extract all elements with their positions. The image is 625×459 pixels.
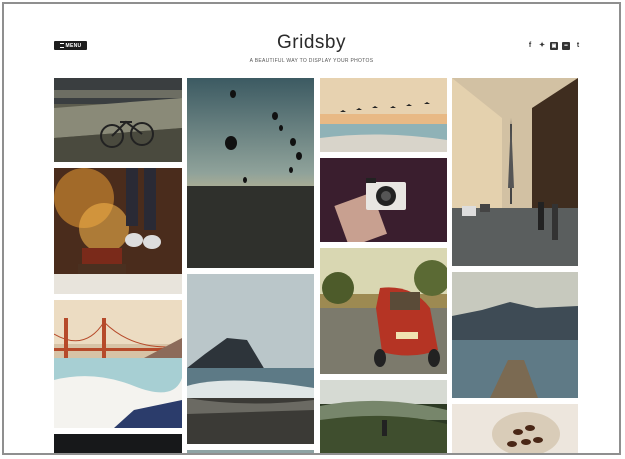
photo-bottom-column-two[interactable]	[187, 450, 314, 453]
photo-coffee-beans[interactable]	[452, 404, 578, 453]
photo-camera-hands[interactable]	[320, 158, 447, 242]
site-tagline: A BEAUTIFUL WAY TO DISPLAY YOUR PHOTOS	[249, 58, 374, 64]
photo-red-beetle-car[interactable]	[320, 248, 447, 374]
instagram-icon[interactable]: ▣	[550, 42, 558, 50]
tumblr-icon[interactable]: t	[574, 42, 582, 50]
twitter-icon[interactable]: ✦	[538, 42, 546, 50]
photo-birds-sunset-sea[interactable]	[320, 78, 447, 152]
photo-bicycle-bridge[interactable]	[54, 78, 182, 162]
photo-golden-gate-bridge[interactable]	[54, 300, 182, 428]
photo-rock-beach[interactable]	[187, 274, 314, 444]
facebook-icon[interactable]: f	[526, 42, 534, 50]
photo-dark-bottom-left[interactable]	[54, 434, 182, 453]
photo-jumping-feet-books[interactable]	[54, 168, 182, 294]
flickr-icon[interactable]: ••	[562, 42, 570, 50]
photo-mountain-lake-pier[interactable]	[452, 272, 578, 398]
photo-green-hills-person[interactable]	[320, 380, 447, 453]
browser-frame: MENU Gridsby A BEAUTIFUL WAY TO DISPLAY …	[2, 2, 621, 455]
photo-paris-street[interactable]	[452, 78, 578, 266]
social-links: f ✦ ▣ •• t	[526, 42, 582, 50]
photo-hot-air-balloons[interactable]	[187, 78, 314, 268]
